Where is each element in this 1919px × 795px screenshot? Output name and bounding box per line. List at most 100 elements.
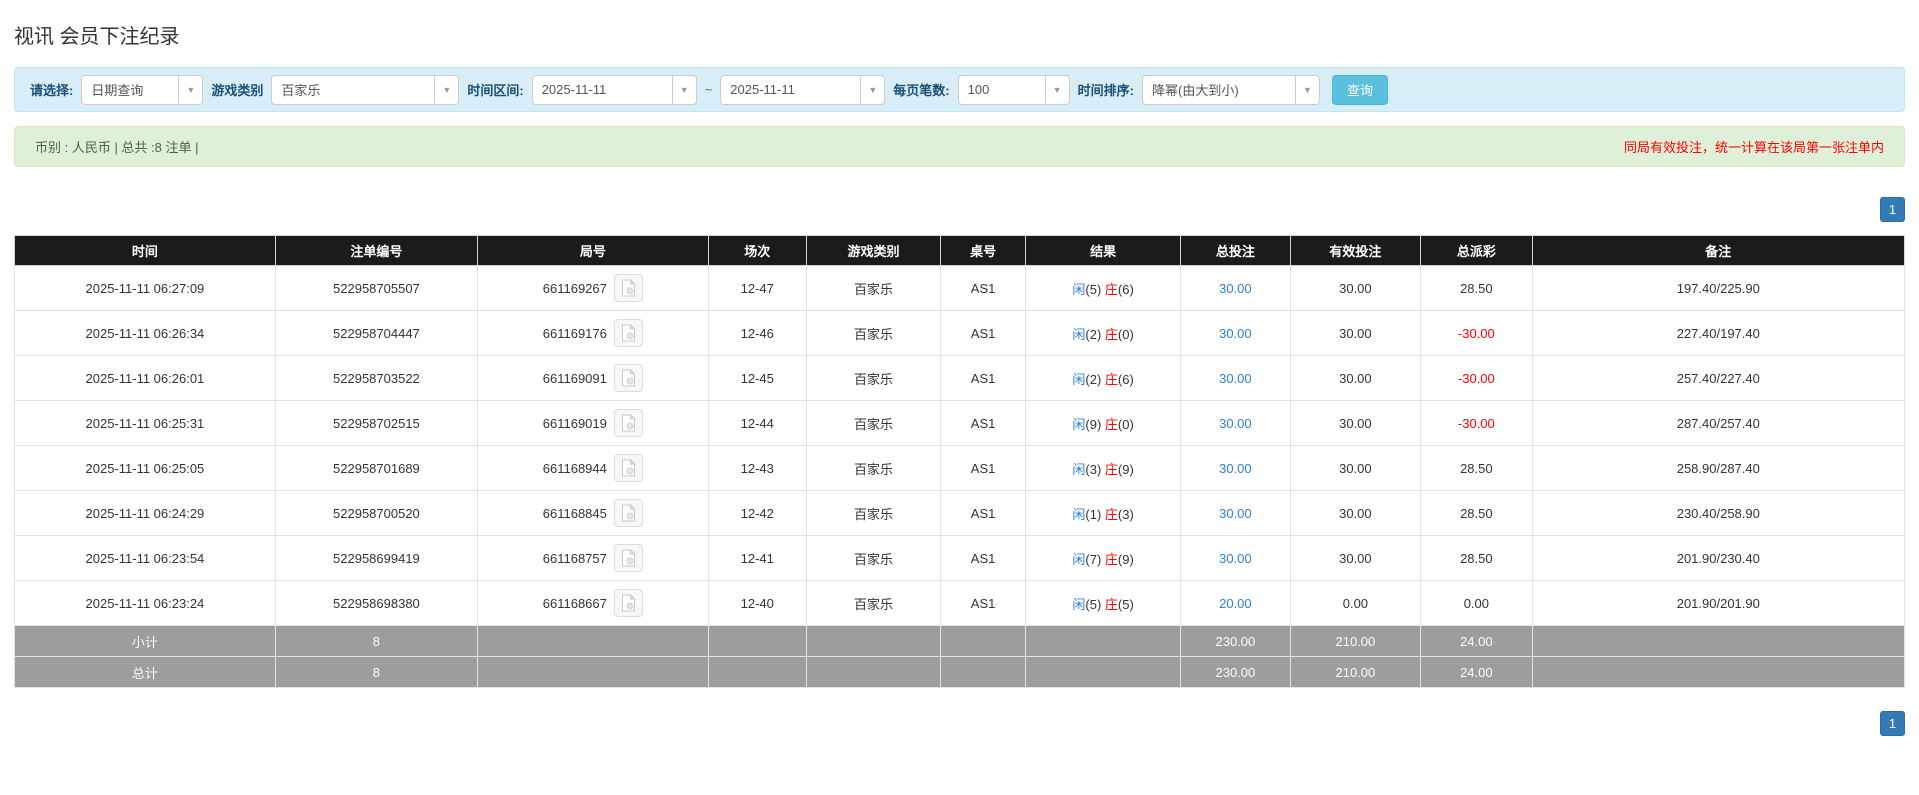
cell-session: 12-46 — [708, 311, 806, 356]
cell-valid-bet: 30.00 — [1290, 356, 1420, 401]
cell-table-no: AS1 — [941, 491, 1026, 536]
total-bet-link[interactable]: 30.00 — [1219, 371, 1252, 386]
video-replay-button[interactable] — [614, 319, 643, 347]
cell-valid-bet: 0.00 — [1290, 581, 1420, 626]
table-header-cell: 游戏类别 — [806, 236, 940, 266]
result-player-score: (7) — [1085, 552, 1105, 567]
cell-game-type: 百家乐 — [806, 446, 940, 491]
cell-remark: 201.90/201.90 — [1532, 581, 1904, 626]
cell-remark: 257.40/227.40 — [1532, 356, 1904, 401]
cell-game-type: 百家乐 — [806, 401, 940, 446]
total-bet-link[interactable]: 30.00 — [1219, 551, 1252, 566]
cell-result: 闲(1) 庄(3) — [1026, 491, 1181, 536]
search-button[interactable]: 查询 — [1332, 75, 1388, 105]
result-player-label: 闲 — [1072, 372, 1085, 387]
cell-game-type: 百家乐 — [806, 536, 940, 581]
total-bet-link[interactable]: 30.00 — [1219, 461, 1252, 476]
video-replay-button[interactable] — [614, 409, 643, 437]
result-banker-score: (0) — [1118, 417, 1134, 432]
page-size-label: 每页笔数: — [893, 80, 949, 99]
sum-empty-cell — [478, 626, 709, 657]
cell-session: 12-44 — [708, 401, 806, 446]
cell-session: 12-42 — [708, 491, 806, 536]
cell-bet-id: 522958704447 — [275, 311, 477, 356]
date-to-select[interactable]: 2025-11-11 ▼ — [720, 75, 885, 105]
video-replay-button[interactable] — [614, 364, 643, 392]
sum-total-bet: 230.00 — [1181, 657, 1291, 688]
cell-valid-bet: 30.00 — [1290, 491, 1420, 536]
page-button-1-bottom[interactable]: 1 — [1880, 711, 1905, 736]
total-bet-link[interactable]: 30.00 — [1219, 416, 1252, 431]
sort-select[interactable]: 降幂(由大到小) ▼ — [1142, 75, 1320, 105]
cell-result: 闲(7) 庄(9) — [1026, 536, 1181, 581]
total-bet-link[interactable]: 30.00 — [1219, 506, 1252, 521]
sum-empty-cell — [806, 626, 940, 657]
video-replay-button[interactable] — [614, 589, 643, 617]
table-header-cell: 注单编号 — [275, 236, 477, 266]
round-cell: 661169267 — [478, 274, 708, 302]
cell-payout: 28.50 — [1421, 536, 1533, 581]
cell-time: 2025-11-11 06:25:31 — [15, 401, 276, 446]
cell-game-type: 百家乐 — [806, 491, 940, 536]
cell-table-no: AS1 — [941, 401, 1026, 446]
result-banker-score: (6) — [1118, 282, 1134, 297]
sum-empty-cell — [1532, 657, 1904, 688]
result-banker-label: 庄 — [1105, 462, 1118, 477]
cell-bet-id: 522958705507 — [275, 266, 477, 311]
valid-bet-note: 同局有效投注，统一计算在该局第一张注单内 — [1624, 137, 1884, 156]
total-bet-link[interactable]: 20.00 — [1219, 596, 1252, 611]
round-cell: 661169176 — [478, 319, 708, 347]
table-header-cell: 场次 — [708, 236, 806, 266]
chevron-down-icon: ▼ — [1295, 76, 1319, 104]
cell-session: 12-40 — [708, 581, 806, 626]
cell-round: 661169176 — [478, 311, 709, 356]
cell-session: 12-43 — [708, 446, 806, 491]
cell-result: 闲(5) 庄(5) — [1026, 581, 1181, 626]
video-replay-button[interactable] — [614, 454, 643, 482]
video-replay-button[interactable] — [614, 274, 643, 302]
cell-table-no: AS1 — [941, 356, 1026, 401]
cell-time: 2025-11-11 06:26:34 — [15, 311, 276, 356]
cell-round: 661169091 — [478, 356, 709, 401]
table-header-cell: 桌号 — [941, 236, 1026, 266]
chevron-down-icon: ▼ — [178, 76, 202, 104]
cell-time: 2025-11-11 06:27:09 — [15, 266, 276, 311]
cell-payout: -30.00 — [1421, 356, 1533, 401]
result-banker-score: (9) — [1118, 462, 1134, 477]
cell-result: 闲(3) 庄(9) — [1026, 446, 1181, 491]
currency-count-text: 币别 : 人民币 | 总共 :8 注单 | — [35, 137, 199, 156]
chevron-down-icon: ▼ — [434, 76, 458, 104]
result-player-label: 闲 — [1072, 552, 1085, 567]
cell-total-bet: 30.00 — [1181, 536, 1291, 581]
cell-bet-id: 522958698380 — [275, 581, 477, 626]
table-row: 2025-11-11 06:23:24522958698380661168667… — [15, 581, 1905, 626]
cell-total-bet: 30.00 — [1181, 401, 1291, 446]
total-row: 总计8230.00210.0024.00 — [15, 657, 1905, 688]
date-from-select[interactable]: 2025-11-11 ▼ — [532, 75, 697, 105]
cell-bet-id: 522958703522 — [275, 356, 477, 401]
total-bet-link[interactable]: 30.00 — [1219, 281, 1252, 296]
cell-time: 2025-11-11 06:23:54 — [15, 536, 276, 581]
table-header-row: 时间注单编号局号场次游戏类别桌号结果总投注有效投注总派彩备注 — [15, 236, 1905, 266]
page-size-select[interactable]: 100 ▼ — [958, 75, 1070, 105]
table-row: 2025-11-11 06:25:05522958701689661168944… — [15, 446, 1905, 491]
table-header-cell: 总派彩 — [1421, 236, 1533, 266]
video-replay-button[interactable] — [614, 499, 643, 527]
chevron-down-icon: ▼ — [860, 76, 884, 104]
result-banker-label: 庄 — [1105, 417, 1118, 432]
game-type-select[interactable]: 百家乐 ▼ — [271, 75, 459, 105]
round-number: 661169091 — [543, 371, 607, 386]
cell-total-bet: 30.00 — [1181, 266, 1291, 311]
sum-total-bet: 230.00 — [1181, 626, 1291, 657]
cell-valid-bet: 30.00 — [1290, 536, 1420, 581]
sum-empty-cell — [941, 657, 1026, 688]
total-bet-link[interactable]: 30.00 — [1219, 326, 1252, 341]
page-button-1-top[interactable]: 1 — [1880, 197, 1905, 222]
table-row: 2025-11-11 06:23:54522958699419661168757… — [15, 536, 1905, 581]
video-replay-button[interactable] — [614, 544, 643, 572]
query-type-select[interactable]: 日期查询 ▼ — [81, 75, 203, 105]
sum-payout: 24.00 — [1421, 657, 1533, 688]
page-root: 视讯 会员下注纪录 请选择: 日期查询 ▼ 游戏类别 百家乐 ▼ 时间区间: 2… — [0, 0, 1919, 736]
cell-remark: 227.40/197.40 — [1532, 311, 1904, 356]
cell-session: 12-47 — [708, 266, 806, 311]
